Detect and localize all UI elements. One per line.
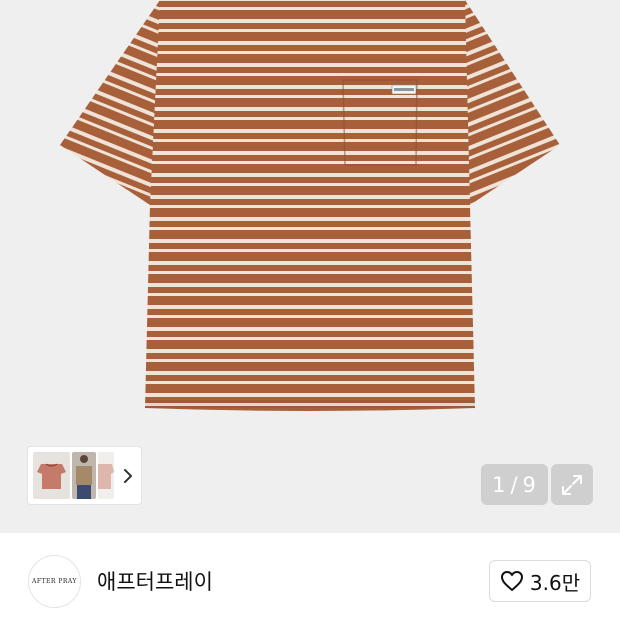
shop-logo-text: AFTER PRAY [32, 578, 77, 585]
thumbnail-1[interactable] [33, 452, 70, 499]
thumbnail-2[interactable] [72, 452, 96, 499]
expand-button[interactable] [551, 464, 593, 505]
heart-icon [500, 571, 523, 591]
like-button[interactable]: 3.6만 [489, 560, 591, 602]
image-counter: 1 / 9 [481, 464, 548, 505]
shop-avatar[interactable]: AFTER PRAY [28, 555, 81, 608]
expand-icon [562, 474, 582, 495]
like-count: 3.6만 [529, 570, 581, 595]
chevron-right-icon[interactable] [118, 462, 138, 490]
counter-total: 9 [522, 472, 537, 497]
shop-name[interactable]: 애프터프레이 [97, 566, 213, 596]
counter-current: 1 [492, 472, 507, 497]
counter-separator: / [510, 472, 519, 497]
product-image-gallery[interactable]: 1 / 9 [0, 0, 620, 533]
thumbnail-3[interactable] [98, 452, 114, 499]
